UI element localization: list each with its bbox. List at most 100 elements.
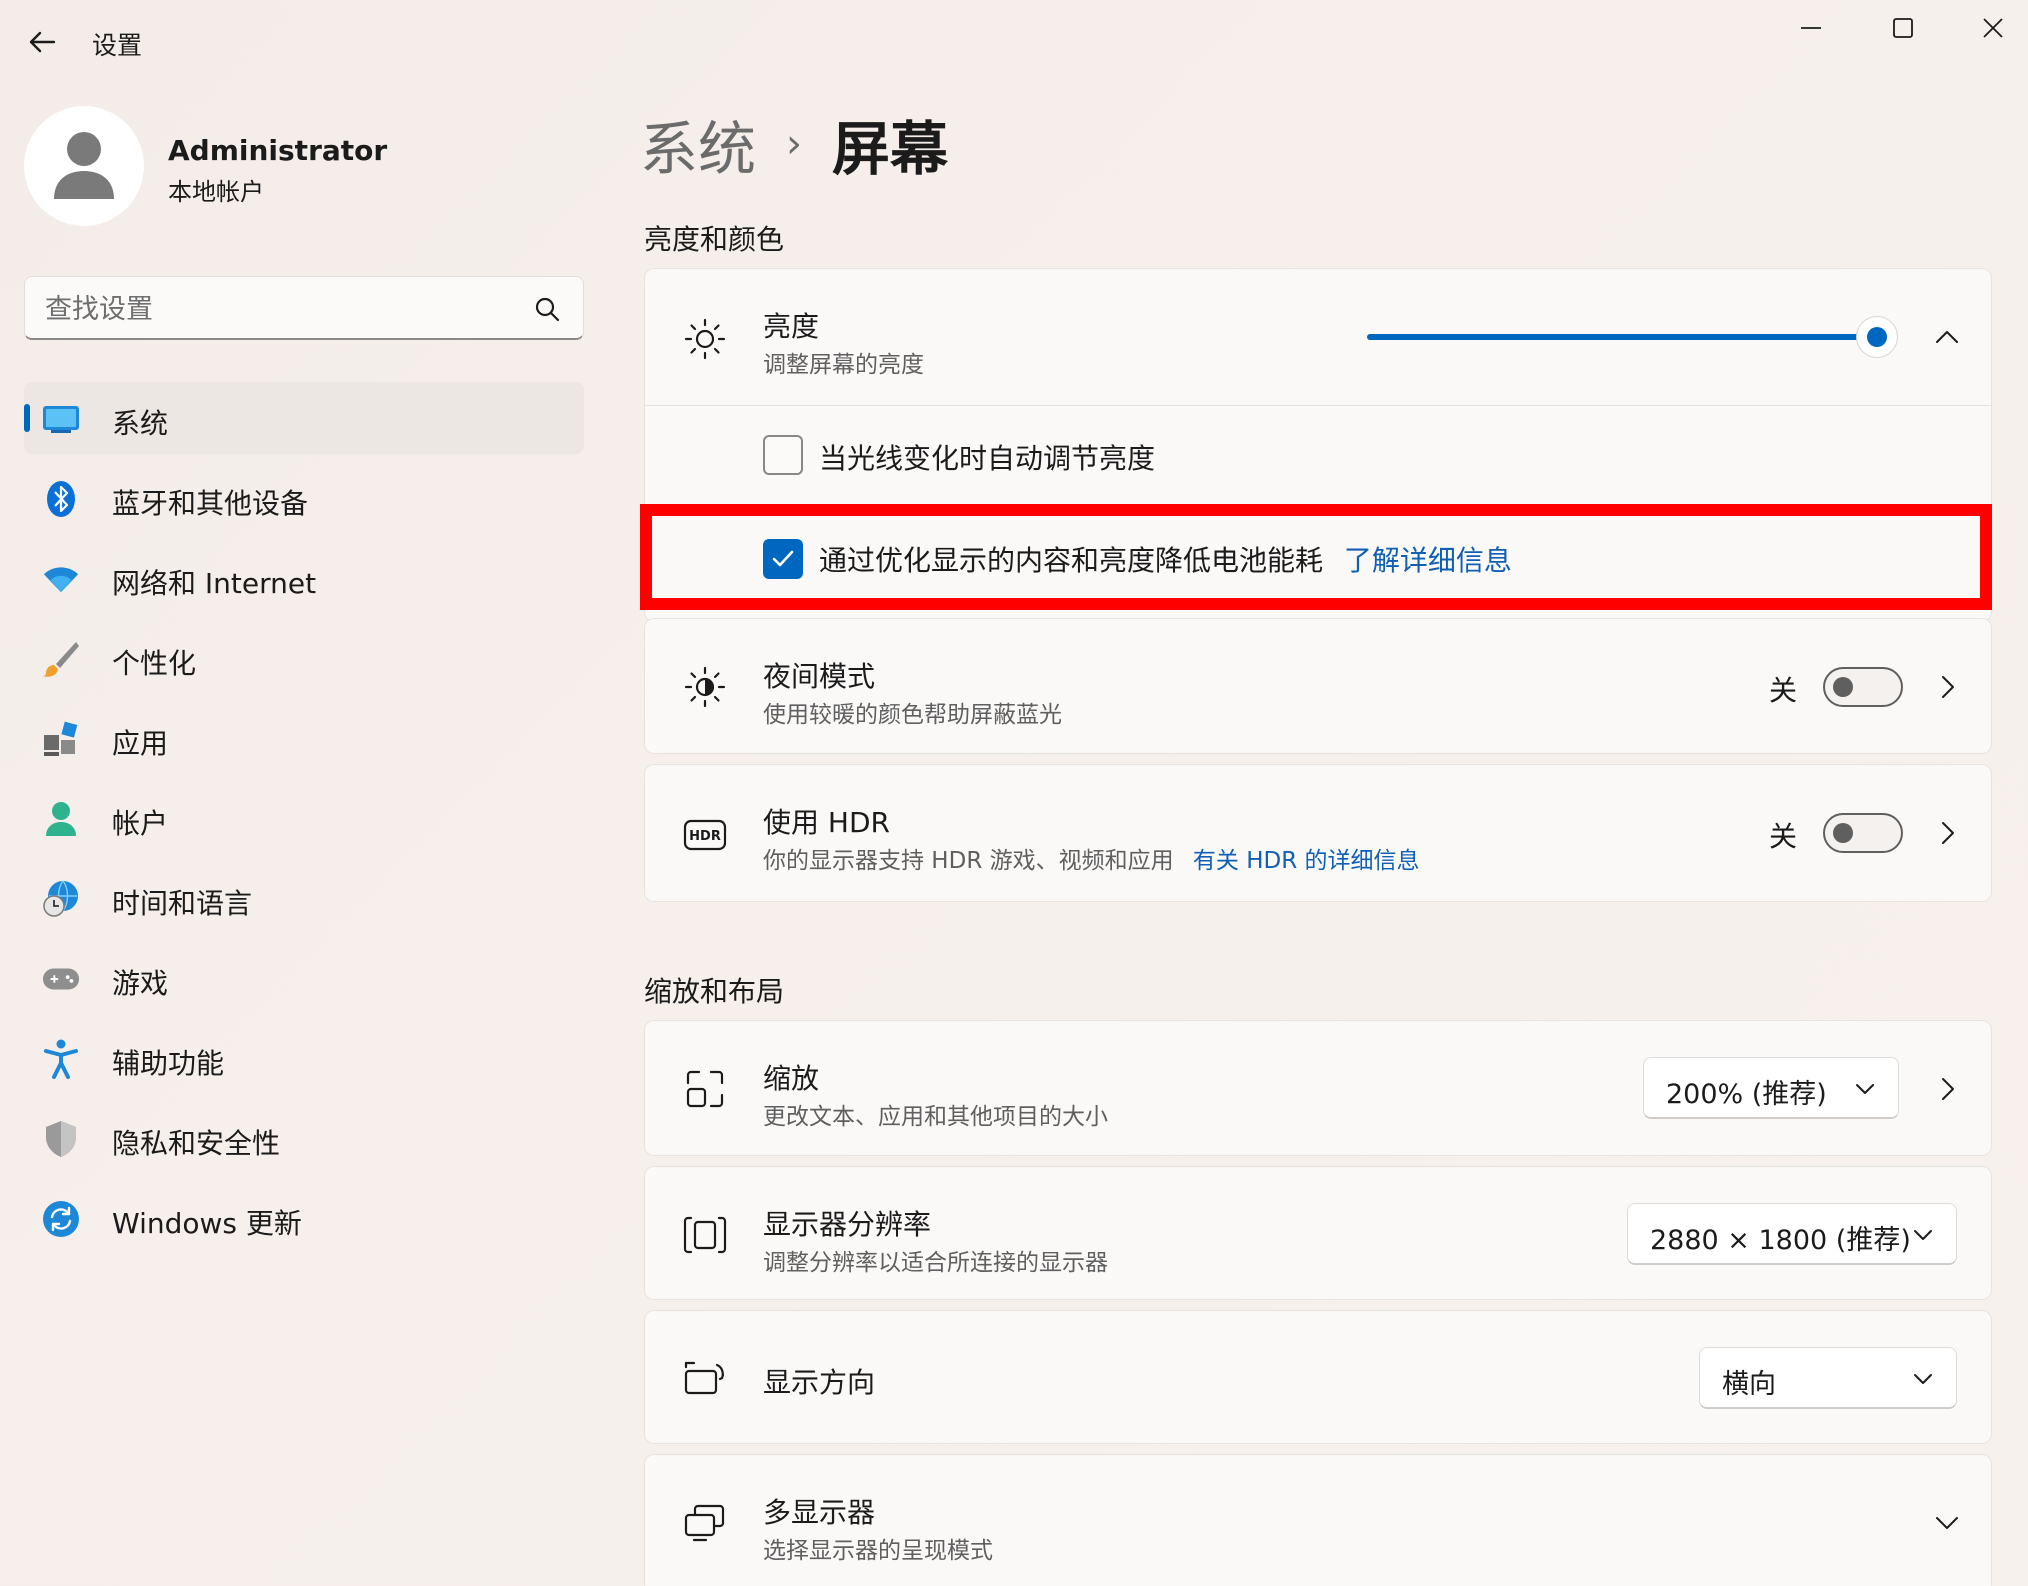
hdr-subtitle: 你的显示器支持 HDR 游戏、视频和应用 有关 HDR 的详细信息: [763, 848, 1420, 874]
globe-clock-icon: [42, 880, 80, 918]
search-input[interactable]: [45, 289, 525, 329]
sidebar-item-bluetooth[interactable]: 蓝牙和其他设备: [24, 462, 584, 534]
night-light-toggle[interactable]: [1823, 667, 1903, 707]
sidebar-item-accessibility[interactable]: 辅助功能: [24, 1022, 584, 1094]
multi-display-subtitle: 选择显示器的呈现模式: [763, 1538, 993, 1564]
brightness-slider-track[interactable]: [1367, 334, 1877, 340]
scale-dropdown[interactable]: 200% (推荐): [1643, 1057, 1899, 1119]
sidebar-nav: 系统 蓝牙和其他设备 网络和 Internet 个性化 应用 帐户 时间和语言 …: [24, 382, 584, 1262]
account-type: 本地帐户: [168, 178, 264, 206]
night-light-subtitle: 使用较暖的颜色帮助屏蔽蓝光: [763, 702, 1062, 728]
night-light-open-button[interactable]: [1931, 671, 1963, 703]
resolution-card: 显示器分辨率 调整分辨率以适合所连接的显示器 2880 × 1800 (推荐): [644, 1166, 1992, 1300]
orientation-dropdown[interactable]: 横向: [1699, 1347, 1957, 1409]
back-arrow-icon: [29, 31, 56, 53]
sidebar-item-system[interactable]: 系统: [24, 382, 584, 454]
night-light-card[interactable]: 夜间模式 使用较暖的颜色帮助屏蔽蓝光 关: [644, 618, 1992, 754]
resolution-dropdown[interactable]: 2880 × 1800 (推荐): [1627, 1203, 1957, 1265]
brightness-card: 亮度 调整屏幕的亮度 当光线变化时自动调节亮度 通过优化显示的内容和亮度降低电池…: [644, 268, 1992, 622]
resolution-title: 显示器分辨率: [763, 1208, 932, 1241]
learn-more-link[interactable]: 了解详细信息: [1344, 544, 1512, 577]
chevron-down-icon: [1914, 1374, 1932, 1384]
hdr-info-link[interactable]: 有关 HDR 的详细信息: [1193, 848, 1420, 874]
chevron-down-icon: [1936, 1517, 1958, 1529]
auto-brightness-label: 当光线变化时自动调节亮度: [819, 442, 1156, 475]
hdr-card[interactable]: HDR 使用 HDR 你的显示器支持 HDR 游戏、视频和应用 有关 HDR 的…: [644, 764, 1992, 902]
account-icon: [42, 800, 80, 838]
page-title: 屏幕: [832, 115, 949, 183]
hdr-title: 使用 HDR: [763, 806, 890, 839]
scale-subtitle: 更改文本、应用和其他项目的大小: [763, 1104, 1108, 1130]
sidebar-item-time-language[interactable]: 时间和语言: [24, 862, 584, 934]
scale-icon: [681, 1065, 729, 1113]
auto-brightness-checkbox[interactable]: [763, 435, 803, 475]
sidebar-item-windows-update[interactable]: Windows 更新: [24, 1182, 584, 1254]
sidebar-item-network[interactable]: 网络和 Internet: [24, 542, 584, 614]
scale-card[interactable]: 缩放 更改文本、应用和其他项目的大小 200% (推荐): [644, 1020, 1992, 1156]
hdr-toggle[interactable]: [1823, 813, 1903, 853]
scale-open-button[interactable]: [1931, 1073, 1963, 1105]
update-icon: [42, 1200, 80, 1238]
night-light-title: 夜间模式: [763, 660, 876, 693]
chevron-down-icon: [1914, 1230, 1932, 1240]
user-silhouette-icon: [54, 132, 114, 199]
shield-icon: [42, 1120, 80, 1158]
title-bar: 设置: [0, 0, 2028, 82]
chevron-down-icon: [1856, 1084, 1874, 1094]
user-name: Administrator: [168, 134, 388, 167]
sidebar-item-accounts[interactable]: 帐户: [24, 782, 584, 854]
chevron-right-icon: [1942, 1078, 1954, 1100]
multi-display-title: 多显示器: [763, 1496, 876, 1529]
maximize-icon: [1893, 18, 1913, 38]
sidebar-item-personalization[interactable]: 个性化: [24, 622, 584, 694]
brightness-subtitle: 调整屏幕的亮度: [763, 352, 924, 378]
chevron-right-icon: [1942, 676, 1954, 698]
app-title: 设置: [92, 31, 143, 60]
chevron-right-icon: [1942, 822, 1954, 844]
search-box[interactable]: [24, 276, 584, 340]
orientation-card: 显示方向 横向: [644, 1310, 1992, 1444]
divider: [645, 405, 1991, 406]
sidebar-item-privacy[interactable]: 隐私和安全性: [24, 1102, 584, 1174]
breadcrumb-parent[interactable]: 系统: [640, 102, 756, 186]
apps-icon: [42, 720, 80, 758]
search-icon[interactable]: [533, 295, 561, 323]
checkmark-icon: [772, 550, 794, 567]
multi-display-expand-button[interactable]: [1931, 1507, 1963, 1539]
gamepad-icon: [42, 960, 80, 998]
back-button[interactable]: [22, 22, 62, 62]
hdr-state: 关: [1769, 820, 1798, 853]
sidebar-item-gaming[interactable]: 游戏: [24, 942, 584, 1014]
collapse-brightness-button[interactable]: [1931, 321, 1963, 353]
content-adaptive-label: 通过优化显示的内容和亮度降低电池能耗 了解详细信息: [819, 544, 1512, 577]
maximize-button[interactable]: [1868, 6, 1938, 50]
brush-icon: [42, 640, 80, 678]
scale-title: 缩放: [763, 1062, 820, 1095]
monitor-icon: [42, 400, 80, 438]
svg-text:HDR: HDR: [689, 829, 721, 844]
brightness-title: 亮度: [763, 310, 820, 343]
sidebar-item-apps[interactable]: 应用: [24, 702, 584, 774]
avatar: [24, 106, 144, 226]
section-title-brightness-color: 亮度和颜色: [644, 223, 785, 256]
wifi-icon: [42, 560, 80, 598]
resolution-subtitle: 调整分辨率以适合所连接的显示器: [763, 1250, 1108, 1276]
breadcrumb: 系统 › 屏幕: [640, 104, 948, 184]
night-light-icon: [681, 663, 729, 711]
minimize-icon: [1801, 27, 1821, 29]
minimize-button[interactable]: [1776, 6, 1846, 50]
bluetooth-icon: [42, 480, 80, 518]
multi-display-card[interactable]: 多显示器 选择显示器的呈现模式: [644, 1454, 1992, 1586]
content-adaptive-checkbox[interactable]: [763, 539, 803, 579]
close-button[interactable]: [1958, 6, 2028, 50]
section-title-scale-layout: 缩放和布局: [644, 975, 785, 1008]
brightness-slider-thumb[interactable]: [1855, 316, 1898, 358]
accessibility-icon: [42, 1039, 80, 1079]
chevron-up-icon: [1936, 331, 1958, 343]
hdr-icon: HDR: [681, 811, 729, 859]
orientation-title: 显示方向: [763, 1366, 876, 1399]
hdr-open-button[interactable]: [1931, 817, 1963, 849]
orientation-icon: [681, 1355, 729, 1403]
multi-display-icon: [681, 1499, 729, 1547]
close-icon: [1983, 18, 2003, 38]
